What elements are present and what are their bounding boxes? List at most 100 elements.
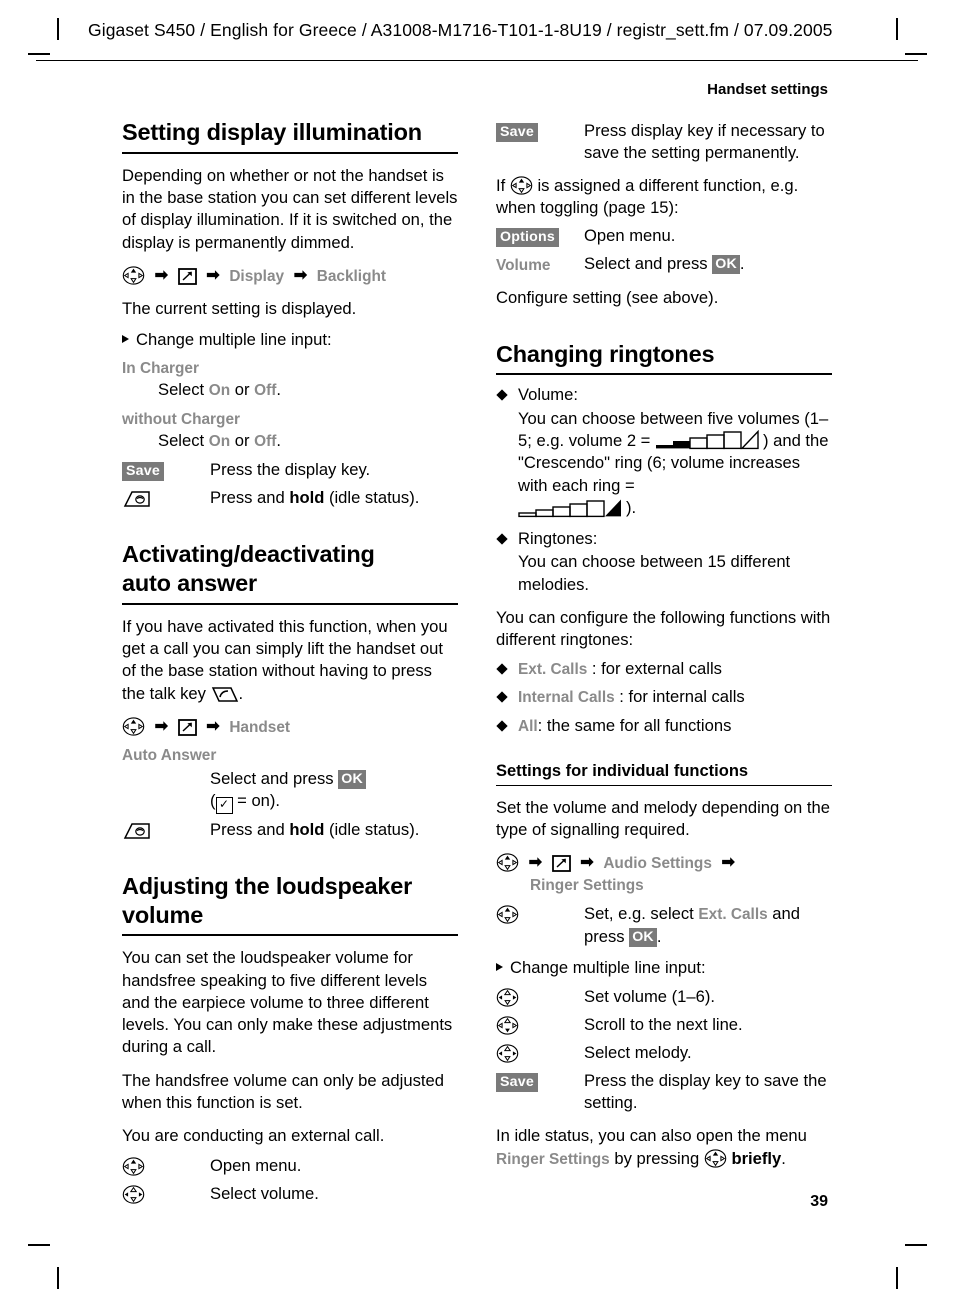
step-row: Volume Select and press OK. [496,253,832,276]
step-row: Set, e.g. select Ext. Calls and press OK… [496,903,832,948]
bullet-ringtones: Ringtones: [496,528,832,550]
nav-key-cell [122,1183,210,1206]
menu-path-display-backlight: ➡ ➡ Display ➡ Backlight [122,264,458,289]
desc-pre: Select and press [584,253,713,273]
nav-key-cell [496,986,584,1009]
softkey-save-cell: Save [496,120,584,143]
heading-activating-auto-answer: Activating/deactivating auto answer [122,540,458,605]
bullet-title: Volume: [518,385,578,405]
menu-item-ringer-settings: Ringer Settings [496,1150,610,1168]
note-mid: by pressing [609,1148,704,1168]
softkey-save-cell: Save [496,1070,584,1093]
step-desc: Select and press OK. [584,253,832,275]
path-arrow-icon: ➡ [154,266,169,284]
intro-auto-answer: If you have activated this function, whe… [122,616,458,705]
list-item: All: the same for all functions [496,715,832,738]
note-post: is assigned a different function, e.g. w… [496,176,799,218]
list-item: Internal Calls : for internal calls [496,686,832,709]
intro-display-illumination: Depending on whether or not the handset … [122,165,458,252]
param-label-in-charger: In Charger [122,360,199,378]
path-arrow-icon: ➡ [154,717,169,735]
nav-key-icon [496,853,519,872]
nav-key-down-icon[interactable] [496,1016,519,1035]
settings-menu-icon [177,268,197,285]
option-on: On [208,432,231,450]
select-word: Select [158,380,205,400]
step-row: Options Open menu. [496,225,832,248]
nav-key-left-right-icon[interactable] [496,988,519,1007]
desc-line2-post: = on). [232,790,281,810]
menu-item-handset: Handset [229,718,291,736]
path-arrow-icon: ➡ [721,854,735,872]
steps-auto-answer: Select and press OK (✓ = on). Press and … [122,768,458,842]
talk-key-icon [211,686,239,703]
softkey-save-button[interactable]: Save [496,1073,538,1093]
step-row: Save Press the display key. [122,459,458,482]
crop-mark-bottom-left [57,1267,59,1289]
softkey-options-cell: Options [496,225,584,248]
configure-functions-text: You can configure the following function… [496,608,831,650]
option-off: Off [254,382,277,400]
loudspeaker-paragraph-1: You can set the loudspeaker volume for h… [122,948,453,1057]
steps-save-continued: Save Press display key if necessary to s… [496,120,832,164]
step-desc: Press and hold (idle status). [210,819,458,841]
step-row: Save Press display key if necessary to s… [496,120,832,164]
nav-key-icon [122,266,145,285]
softkey-ok-button[interactable]: OK [712,254,740,274]
softkey-ok-button[interactable]: OK [338,769,366,789]
menu-item-all: All [518,718,538,736]
nav-key-up-icon[interactable] [496,905,519,924]
softkey-save-button[interactable]: Save [496,123,538,142]
nav-key-left-right-icon[interactable] [122,1185,145,1204]
note-pre: If [496,176,510,196]
desc-post: (idle status). [324,488,420,508]
nav-key-cell [122,1155,210,1178]
option-on: On [208,382,231,400]
softkey-options-button[interactable]: Options [496,227,559,247]
nav-key-up-icon[interactable] [122,1157,145,1176]
nav-key-left-right-icon[interactable] [496,1044,519,1063]
step-row: Set volume (1–6). [496,986,832,1009]
step-desc: Open menu. [584,225,676,245]
desc-pre: Select and press [210,768,339,788]
heading-line-2: volume [122,901,204,928]
note-bold: briefly [731,1148,782,1168]
menu-item-backlight: Backlight [316,267,386,285]
heading-line-1: Adjusting the loudspeaker [122,872,413,899]
bullet-volume: Volume: [496,384,832,406]
desc-post: . [656,926,662,946]
volume-level-2-icon [655,429,763,450]
configure-setting-note: Configure setting (see above). [496,288,719,308]
step-desc: Press the display key to save the settin… [584,1071,827,1113]
menu-path-handset: ➡ ➡ Handset [122,715,458,740]
nav-key-icon [510,176,533,195]
right-column: Save Press display key if necessary to s… [496,118,832,1170]
steps-display-illumination: Save Press the display key. Press and ho… [122,459,458,510]
menu-path-audio-settings: ➡ ➡ Audio Settings ➡ Ringer Settings [496,851,832,897]
end-call-key-cell [122,819,210,842]
nav-key-icon [704,1148,727,1168]
bullet-title: Ringtones: [518,529,598,549]
settings-menu-icon [177,718,197,736]
param-auto-answer: Auto Answer [122,746,458,766]
menu-item-volume-cell: Volume [496,253,584,276]
path-arrow-icon: ➡ [528,854,543,872]
option-off: Off [254,432,277,450]
step-row: Save Press the display key to save the s… [496,1070,832,1114]
end-call-key-icon[interactable] [122,822,152,840]
heading-line-1: Activating/deactivating [122,541,375,568]
section-title: Handset settings [707,81,828,98]
crescendo-icon [518,498,626,518]
steps-options-volume: Options Open menu. Volume Select and pre… [496,225,832,277]
steps-loudspeaker: Open menu. Select volume. [122,1155,458,1206]
end-call-key-icon[interactable] [122,490,152,508]
step-row: Select volume. [122,1183,458,1206]
softkey-ok-button[interactable]: OK [629,927,657,947]
softkey-save-button[interactable]: Save [122,462,164,482]
item-rest: : for external calls [587,658,722,678]
step-row: Open menu. [122,1155,458,1178]
loudspeaker-paragraph-3: You are conducting an external call. [122,1126,385,1146]
toggle-function-note: If is assigned a different function, e.g… [496,175,832,220]
param-desc-without-charger: Select On or Off. [158,430,458,452]
step-desc: Select volume. [210,1183,319,1203]
